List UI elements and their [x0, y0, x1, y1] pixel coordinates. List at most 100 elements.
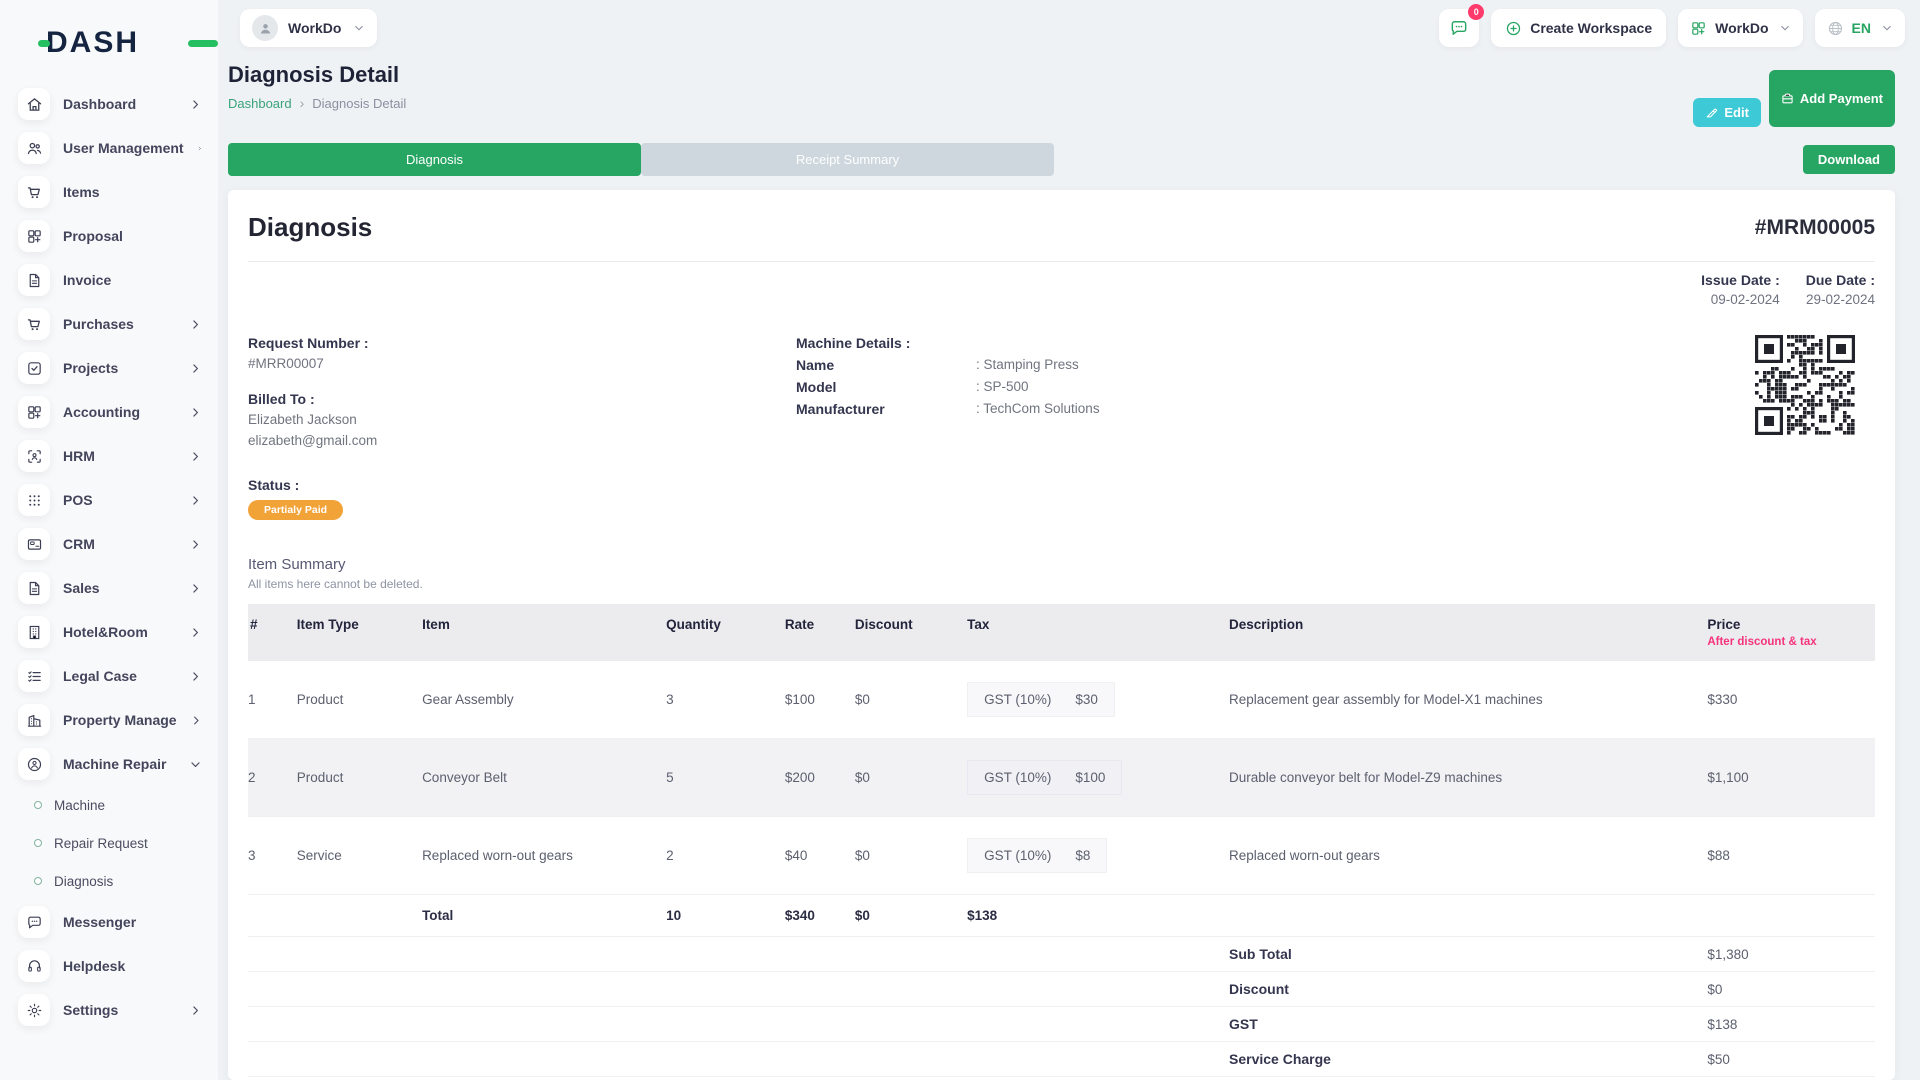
- breadcrumb-link-dashboard[interactable]: Dashboard: [228, 96, 292, 111]
- sidebar-item-label: Invoice: [63, 272, 111, 288]
- document-number: #MRM00005: [1755, 216, 1875, 240]
- billed-to-name: Elizabeth Jackson: [248, 411, 796, 428]
- chevron-right-icon: [189, 98, 202, 111]
- sidebar-item-accounting[interactable]: Accounting: [18, 390, 204, 434]
- machine-model-value: : SP-500: [976, 379, 1029, 395]
- chevron-right-icon: [189, 582, 202, 595]
- messenger-button[interactable]: 0: [1439, 9, 1479, 47]
- items-table: # Item Type Item Quantity Rate Discount …: [248, 604, 1875, 1080]
- diagnosis-document: Diagnosis #MRM00005 Issue Date : 09-02-2…: [228, 190, 1895, 1080]
- download-button[interactable]: Download: [1803, 145, 1895, 174]
- chevron-right-icon: [189, 450, 202, 463]
- sidebar-subitem-diagnosis[interactable]: Diagnosis: [18, 862, 204, 900]
- sidebar-item-machine-repair[interactable]: Machine Repair: [18, 742, 204, 786]
- table-row: 3 Service Replaced worn-out gears 2 $40 …: [248, 817, 1875, 895]
- sidebar-item-invoice[interactable]: Invoice: [18, 258, 204, 302]
- edit-button[interactable]: Edit: [1693, 98, 1761, 127]
- scan-person-icon: [18, 440, 50, 472]
- sidebar-item-property-manage[interactable]: Property Manage: [18, 698, 204, 742]
- machine-model-label: Model: [796, 379, 976, 395]
- document-title: Diagnosis: [248, 212, 372, 243]
- workdo-menu-button[interactable]: WorkDo: [1678, 9, 1802, 47]
- tax-badge: GST (10%)$30: [967, 682, 1115, 717]
- page-title: Diagnosis Detail: [228, 62, 406, 88]
- sidebar-item-label: Projects: [63, 360, 118, 376]
- sidebar-item-dashboard[interactable]: Dashboard: [18, 82, 204, 126]
- sidebar-item-label: Proposal: [63, 228, 123, 244]
- app-logo[interactable]: DASH: [46, 20, 204, 66]
- sidebar-item-user-management[interactable]: User Management: [18, 126, 204, 170]
- summary-row-discount: Discount$0: [248, 972, 1875, 1007]
- sidebar-item-hrm[interactable]: HRM: [18, 434, 204, 478]
- table-header-row: # Item Type Item Quantity Rate Discount …: [248, 604, 1875, 661]
- breadcrumb: Dashboard › Diagnosis Detail: [228, 95, 406, 111]
- issue-date-label: Issue Date :: [1701, 272, 1780, 288]
- sidebar-item-items[interactable]: Items: [18, 170, 204, 214]
- chevron-down-icon: [189, 758, 202, 771]
- sidebar-item-purchases[interactable]: Purchases: [18, 302, 204, 346]
- headset-icon: [18, 950, 50, 982]
- sidebar-item-label: Settings: [63, 1002, 118, 1018]
- file-icon: [18, 264, 50, 296]
- file-icon: [18, 572, 50, 604]
- card-icon: [18, 528, 50, 560]
- sidebar: DASH Dashboard User Management Items Pro…: [0, 0, 218, 1080]
- sidebar-item-sales[interactable]: Sales: [18, 566, 204, 610]
- check-square-icon: [18, 352, 50, 384]
- cart-icon: [18, 176, 50, 208]
- sidebar-subitem-repair-request[interactable]: Repair Request: [18, 824, 204, 862]
- col-number: #: [248, 604, 297, 661]
- cart-icon: [18, 308, 50, 340]
- building-icon: [18, 616, 50, 648]
- create-workspace-label: Create Workspace: [1530, 20, 1652, 36]
- sidebar-item-settings[interactable]: Settings: [18, 988, 204, 1032]
- sidebar-item-legal-case[interactable]: Legal Case: [18, 654, 204, 698]
- chat-icon: [1449, 18, 1469, 38]
- sidebar-item-label: Helpdesk: [63, 958, 125, 974]
- sidebar-item-pos[interactable]: POS: [18, 478, 204, 522]
- sidebar-subitem-machine[interactable]: Machine: [18, 786, 204, 824]
- language-selector[interactable]: EN: [1815, 9, 1905, 47]
- table-row: 2 Product Conveyor Belt 5 $200 $0 GST (1…: [248, 739, 1875, 817]
- qr-code: [1755, 335, 1857, 440]
- issue-date-value: 09-02-2024: [1701, 292, 1780, 307]
- sidebar-subitem-label: Diagnosis: [54, 874, 113, 889]
- person-circle-icon: [18, 748, 50, 780]
- wallet-icon: [1781, 92, 1794, 105]
- item-summary-note: All items here cannot be deleted.: [248, 577, 1875, 591]
- sidebar-item-label: HRM: [63, 448, 95, 464]
- sidebar-item-label: POS: [63, 492, 93, 508]
- chevron-right-icon: [189, 538, 202, 551]
- add-payment-button[interactable]: Add Payment: [1769, 70, 1895, 127]
- tab-diagnosis[interactable]: Diagnosis: [228, 143, 641, 176]
- chevron-down-icon: [1881, 22, 1893, 34]
- due-date-label: Due Date :: [1806, 272, 1875, 288]
- table-total-row: Total 10 $340 $0 $138: [248, 895, 1875, 937]
- summary-row-gst: GST$138: [248, 1007, 1875, 1042]
- sidebar-item-proposal[interactable]: Proposal: [18, 214, 204, 258]
- request-number-value: #MRR00007: [248, 355, 796, 372]
- sidebar-item-crm[interactable]: CRM: [18, 522, 204, 566]
- workspace-avatar: [252, 15, 278, 41]
- create-workspace-button[interactable]: Create Workspace: [1491, 9, 1666, 47]
- chevron-right-icon: [189, 318, 202, 331]
- billed-to-email: elizabeth@gmail.com: [248, 432, 796, 449]
- workspace-switcher[interactable]: WorkDo: [240, 9, 377, 47]
- request-number-label: Request Number :: [248, 335, 796, 351]
- sidebar-item-messenger[interactable]: Messenger: [18, 900, 204, 944]
- tab-bar: Diagnosis Receipt Summary Download: [218, 127, 1920, 176]
- sidebar-item-helpdesk[interactable]: Helpdesk: [18, 944, 204, 988]
- logo-text: DASH: [46, 26, 139, 60]
- col-description: Description: [1229, 604, 1707, 661]
- col-discount: Discount: [855, 604, 967, 661]
- sidebar-item-label: Dashboard: [63, 96, 136, 112]
- logo-accent-left: [38, 40, 50, 47]
- chevron-down-icon: [1779, 22, 1791, 34]
- users-icon: [18, 132, 50, 164]
- machine-name-label: Name: [796, 357, 976, 373]
- divider: [248, 261, 1875, 262]
- sidebar-item-projects[interactable]: Projects: [18, 346, 204, 390]
- tab-receipt-summary[interactable]: Receipt Summary: [641, 143, 1054, 176]
- tax-badge: GST (10%)$100: [967, 760, 1122, 795]
- sidebar-item-hotel-room[interactable]: Hotel&Room: [18, 610, 204, 654]
